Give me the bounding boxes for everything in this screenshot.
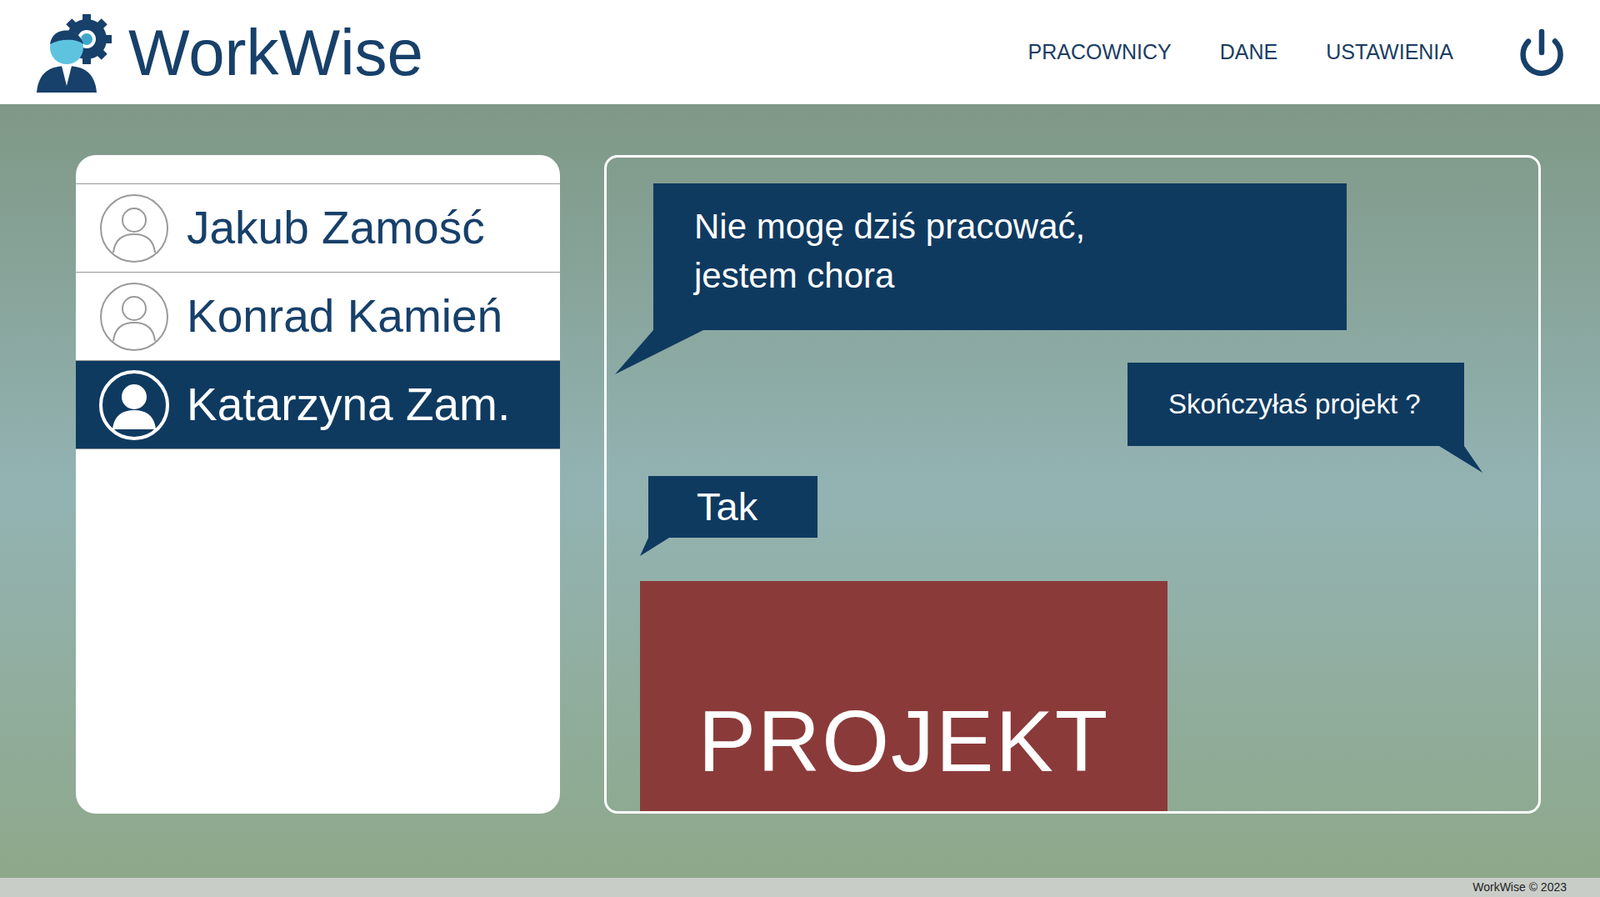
chat-panel: Nie mogę dziś pracować,jestem chora Skońc… (604, 155, 1541, 814)
project-label: PROJEKT (698, 697, 1110, 811)
avatar-icon (98, 369, 170, 441)
header: WorkWise PRACOWNICY DANE USTAWIENIA (0, 0, 1600, 105)
nav-link[interactable]: PRACOWNICY (1028, 36, 1172, 69)
message-line: Tak (696, 482, 805, 531)
logo[interactable]: WorkWise (28, 10, 424, 95)
avatar-icon (98, 192, 170, 265)
message-line: Nie mogę dziś pracować, (694, 201, 1322, 251)
message-line: jestem chora (694, 250, 1322, 300)
main-nav: PRACOWNICY DANE USTAWIENIA (1028, 36, 1455, 69)
chat-bubble: Tak (648, 475, 818, 538)
employee-name: Konrad Kamień (186, 293, 503, 340)
footer: WorkWise © 2023 (0, 877, 1600, 897)
logo-text: WorkWise (128, 20, 424, 85)
employee-name: Jakub Zamość (186, 205, 485, 251)
message-line: Skończyłaś projekt ? (1168, 385, 1448, 423)
project-card[interactable]: PROJEKT (640, 580, 1168, 811)
footer-text: WorkWise © 2023 (1472, 878, 1567, 896)
employee-list: Jakub Zamość Konrad Kamień Katarzyna Zam. (75, 155, 560, 814)
nav-link[interactable]: USTAWIENIA (1325, 36, 1454, 69)
power-button[interactable] (1516, 27, 1567, 78)
bubble-tail-icon (640, 537, 674, 558)
power-icon (1516, 27, 1567, 78)
background-photo: Jakub Zamość Konrad Kamień Katarzyna Zam. N… (0, 104, 1600, 878)
logo-icon (28, 10, 122, 95)
chat-bubble: Nie mogę dziś pracować,jestem chora (653, 183, 1347, 330)
bubble-tail-icon (615, 330, 707, 377)
employee-item[interactable]: Jakub Zamość (75, 184, 560, 273)
employee-name: Katarzyna Zam. (186, 381, 510, 428)
app: WorkWise PRACOWNICY DANE USTAWIENIA Jakub Za… (0, 0, 1600, 897)
avatar-icon (98, 280, 170, 353)
employee-item[interactable]: Konrad Kamień (75, 272, 560, 361)
nav-link[interactable]: DANE (1220, 36, 1278, 69)
chat-bubble: Skończyłaś projekt ? (1127, 362, 1465, 446)
bubble-tail-icon (1432, 445, 1483, 473)
employee-item[interactable]: Katarzyna Zam. (75, 360, 560, 450)
